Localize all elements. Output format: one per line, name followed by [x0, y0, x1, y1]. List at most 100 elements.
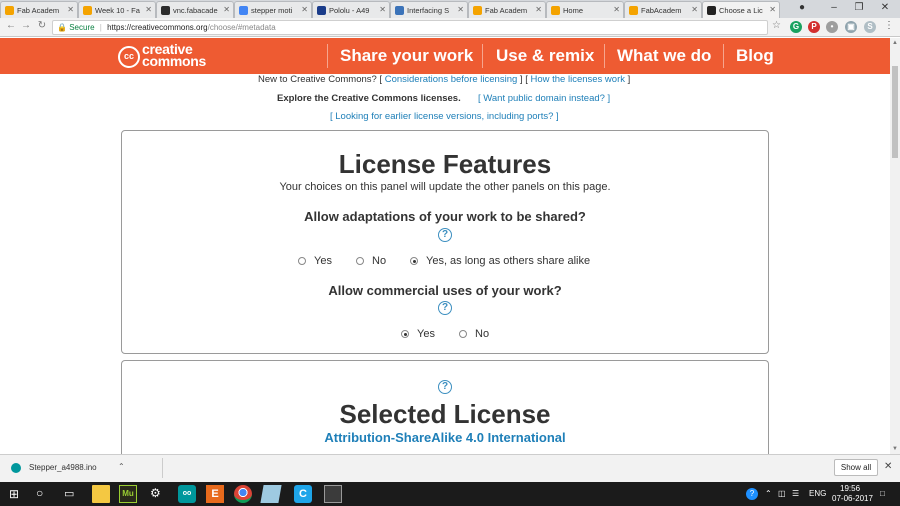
help-tray-icon[interactable]: ? — [746, 488, 758, 500]
scrollbar-thumb[interactable] — [892, 66, 898, 158]
nav-divider — [482, 44, 483, 68]
tab-close-icon[interactable]: ✕ — [691, 5, 698, 14]
eagle-app-icon[interactable]: E — [206, 485, 224, 503]
tray-app-icon[interactable]: ◫ — [778, 489, 786, 498]
tab-close-icon[interactable]: ✕ — [223, 5, 230, 14]
browser-tab[interactable]: Pololu - A49 ✕ — [312, 1, 390, 18]
tab-close-icon[interactable]: ✕ — [379, 5, 386, 14]
clock-date[interactable]: 07-06-2017 — [832, 494, 873, 503]
commercial-yes-label[interactable]: Yes — [417, 328, 435, 340]
browser-tab[interactable]: Fab Academ ✕ — [468, 1, 546, 18]
network-app-icon[interactable]: ⚙ — [150, 486, 161, 500]
commercial-no-radio[interactable] — [459, 330, 467, 338]
browser-tab[interactable]: Interfacing S ✕ — [390, 1, 468, 18]
scroll-up-icon[interactable]: ▲ — [890, 38, 900, 48]
adapt-sharealike-label[interactable]: Yes, as long as others share alike — [426, 255, 590, 267]
menu-icon[interactable]: ⋮ — [884, 20, 894, 31]
earlier-versions-link[interactable]: [ Looking for earlier license versions, … — [330, 111, 559, 122]
tab-close-icon[interactable]: ✕ — [769, 5, 776, 14]
chrome-icon[interactable] — [234, 485, 252, 503]
commercial-question: Allow commercial uses of your work? — [328, 283, 562, 298]
nav-divider — [723, 44, 724, 68]
extension-blue-icon[interactable]: ▣ — [845, 21, 857, 33]
tab-label: Fab Academ — [485, 6, 528, 15]
minimize-icon[interactable]: – — [825, 2, 843, 13]
cc-logo-icon[interactable]: cc — [118, 46, 140, 68]
back-icon[interactable]: ← — [4, 20, 18, 31]
features-title: License Features — [338, 149, 552, 179]
c-app-icon[interactable]: C — [294, 485, 312, 503]
site-logo[interactable]: creative commons — [142, 42, 206, 68]
nav-what-we-do[interactable]: What we do — [617, 46, 711, 66]
tab-close-icon[interactable]: ✕ — [67, 5, 74, 14]
commercial-help-icon[interactable]: ? — [438, 301, 452, 315]
considerations-link[interactable]: Considerations before licensing — [385, 74, 518, 85]
file-explorer-icon[interactable] — [92, 485, 110, 503]
tab-favicon-icon — [83, 6, 92, 15]
public-domain-link[interactable]: [ Want public domain instead? ] — [478, 93, 610, 104]
tab-close-icon[interactable]: ✕ — [457, 5, 464, 14]
task-view-icon[interactable]: ▭ — [64, 487, 74, 500]
tab-close-icon[interactable]: ✕ — [145, 5, 152, 14]
calculator-icon[interactable] — [324, 485, 342, 503]
reload-icon[interactable]: ↻ — [35, 20, 49, 31]
language-indicator[interactable]: ENG — [809, 489, 826, 498]
selected-license-help-icon[interactable]: ? — [438, 380, 452, 394]
commercial-no-label[interactable]: No — [475, 328, 489, 340]
notifications-icon[interactable]: □ — [880, 489, 885, 498]
explore-text: Explore the Creative Commons licenses. — [277, 93, 461, 104]
windows-start-icon[interactable]: ⊞ — [9, 487, 19, 501]
tab-close-icon[interactable]: ✕ — [301, 5, 308, 14]
browser-tab[interactable]: stepper moti ✕ — [234, 1, 312, 18]
nav-blog[interactable]: Blog — [736, 46, 774, 66]
adapt-yes-radio[interactable] — [298, 257, 306, 265]
adapt-no-radio[interactable] — [356, 257, 364, 265]
muse-app-icon[interactable]: Mu — [119, 485, 137, 503]
tab-close-icon[interactable]: ✕ — [613, 5, 620, 14]
nav-use-and-remix[interactable]: Use & remix — [496, 46, 594, 66]
cortana-search-icon[interactable]: ○ — [36, 486, 43, 500]
how-licenses-work-link[interactable]: How the licenses work — [530, 74, 625, 85]
forward-icon[interactable]: → — [19, 20, 33, 31]
tray-chevron-icon[interactable]: ⌃ — [765, 489, 772, 498]
adapt-no-label[interactable]: No — [372, 255, 386, 267]
scroll-down-icon[interactable]: ▼ — [890, 444, 900, 454]
intro-end-bracket: ] — [627, 74, 631, 85]
clock-time[interactable]: 19:56 — [840, 484, 860, 493]
extension-gray-icon[interactable]: • — [826, 21, 838, 33]
arduino-icon[interactable]: oo — [178, 485, 196, 503]
commercial-yes-radio[interactable] — [401, 330, 409, 338]
show-all-button[interactable]: Show all — [834, 459, 878, 476]
url-path: /choose/#metadata — [207, 23, 276, 32]
tab-label: vnc.fabacade — [173, 6, 218, 15]
download-shelf-close-icon[interactable]: ✕ — [884, 461, 892, 472]
user-icon[interactable]: ● — [793, 2, 811, 13]
browser-tab[interactable]: Week 10 - Fa ✕ — [78, 1, 156, 18]
browser-tab[interactable]: FabAcadem ✕ — [624, 1, 702, 18]
tab-close-icon[interactable]: ✕ — [535, 5, 542, 14]
pinterest-icon[interactable]: P — [808, 21, 820, 33]
adapt-yes-label[interactable]: Yes — [314, 255, 332, 267]
browser-tab[interactable]: Fab Academ ✕ — [0, 1, 78, 18]
browser-tab[interactable]: Choose a Lic ✕ — [702, 1, 780, 18]
selected-license-name[interactable]: Attribution-ShareAlike 4.0 International — [121, 430, 769, 445]
window-close-icon[interactable]: ✕ — [876, 2, 894, 13]
maximize-icon[interactable]: ❐ — [850, 2, 868, 13]
paint-app-icon[interactable] — [260, 485, 282, 503]
skype-icon[interactable]: S — [864, 21, 876, 33]
adaptations-help-icon[interactable]: ? — [438, 228, 452, 242]
tab-label: Home — [563, 6, 584, 15]
bookmark-star-icon[interactable]: ☆ — [772, 20, 781, 31]
browser-tab[interactable]: Home ✕ — [546, 1, 624, 18]
tab-favicon-icon — [5, 6, 14, 15]
adapt-sharealike-radio[interactable] — [410, 257, 418, 265]
tab-favicon-icon — [317, 6, 326, 15]
download-filename[interactable]: Stepper_a4988.ino — [29, 463, 97, 472]
address-bar[interactable]: 🔒 Secure | https://creativecommons.org/c… — [52, 20, 768, 35]
download-menu-chevron-icon[interactable]: ⌃ — [118, 462, 125, 471]
nav-share-your-work[interactable]: Share your work — [340, 46, 473, 66]
browser-tab[interactable]: vnc.fabacade ✕ — [156, 1, 234, 18]
extension-green-icon[interactable]: G — [790, 21, 802, 33]
url-separator: | — [99, 23, 102, 32]
adaptations-question: Allow adaptations of your work to be sha… — [304, 209, 586, 224]
